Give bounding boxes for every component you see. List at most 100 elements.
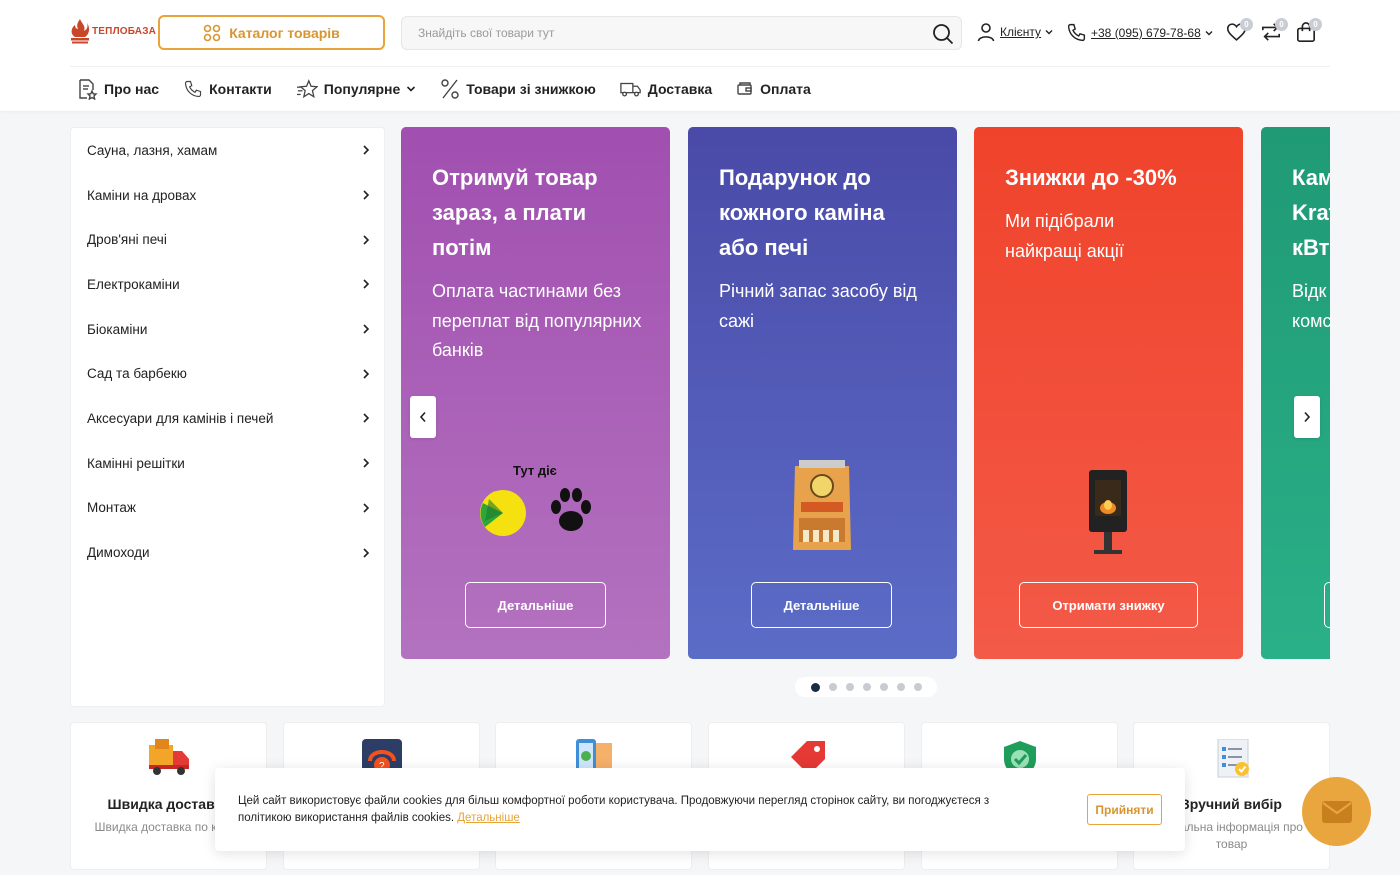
chevron-right-icon [363, 547, 370, 558]
wishlist-button[interactable]: 0 [1226, 18, 1253, 47]
phone-number: +38 (095) 679-78-68 [1091, 25, 1201, 40]
wallet-icon [737, 82, 752, 95]
grid-icon [203, 24, 221, 41]
search-icon[interactable] [931, 22, 955, 51]
slide-text: Оплата частинами без переплат від популя… [432, 281, 642, 360]
chevron-down-icon [407, 86, 416, 92]
promo-slide-gift[interactable]: Подарунок до кожного каміна або печі Річ… [688, 127, 957, 659]
flame-logo-icon [71, 19, 90, 44]
promo-slider: Отримуй товар зараз, а плати потім Оплат… [401, 127, 1330, 659]
cookie-banner: Цей сайт використовує файли cookies для … [215, 768, 1185, 851]
sidebar-category-item[interactable]: Аксесуари для камінів і печей [71, 396, 384, 441]
sidebar-category-label: Аксесуари для камінів і печей [87, 410, 274, 426]
category-sidebar: Сауна, лазня, хамам Каміни на дровах Дров'… [70, 127, 385, 707]
sidebar-category-item[interactable]: Електрокаміни [71, 262, 384, 307]
search-input[interactable] [402, 17, 902, 49]
slider-next-button[interactable] [1294, 396, 1320, 438]
contact-fab-button[interactable] [1302, 777, 1371, 846]
mail-icon [1321, 800, 1352, 823]
nav-item-popular[interactable]: Популярне [296, 79, 417, 99]
catalog-label: Каталог товарів [229, 24, 340, 41]
cart-count: 0 [1309, 18, 1322, 31]
cookie-text: Цей сайт використовує файли cookies для … [238, 795, 990, 824]
chevron-left-icon [419, 411, 426, 423]
slider-dot[interactable] [896, 683, 905, 691]
site-logo[interactable]: ТЕПЛОБАЗА [70, 18, 156, 44]
cookie-more-link[interactable]: Детальніше [457, 812, 520, 824]
catalog-button[interactable]: Каталог товарів [158, 15, 385, 50]
slider-dot[interactable] [845, 683, 854, 691]
promo-slide-discounts[interactable]: Знижки до -30% Ми підібрали найкращі акц… [974, 127, 1243, 659]
sidebar-category-item[interactable]: Дров'яні печі [71, 217, 384, 262]
slide-text: Ми підібрали найкращі акції [1005, 211, 1124, 261]
get-discount-button[interactable]: Отримати знижку [1019, 582, 1198, 628]
sidebar-category-label: Сауна, лазня, хамам [87, 142, 218, 158]
nav-item-discounts[interactable]: Товари зі знижкою [440, 78, 596, 100]
account-link[interactable]: Клієнту [976, 22, 1053, 42]
site-header: ТЕПЛОБАЗА Каталог товарів Клієнту +38 (0… [0, 0, 1400, 111]
chevron-down-icon [1045, 30, 1053, 35]
cart-button[interactable]: 0 [1296, 18, 1322, 48]
image-label: Тут діє [513, 463, 557, 478]
slider-prev-button[interactable] [410, 396, 436, 438]
sidebar-category-label: Дров'яні печі [87, 232, 167, 248]
sidebar-category-item[interactable]: Каміни на дровах [71, 173, 384, 218]
sidebar-category-label: Камінні решітки [87, 455, 185, 471]
nav-item-about[interactable]: Про нас [76, 78, 159, 100]
sidebar-category-item[interactable]: Біокаміни [71, 307, 384, 352]
installment-partners-image: Тут діє [475, 463, 600, 558]
sidebar-category-item[interactable]: Сауна, лазня, хамам [71, 128, 384, 173]
sidebar-category-label: Біокаміни [87, 321, 148, 337]
sidebar-category-label: Димоходи [87, 545, 150, 561]
promo-slide-partial[interactable]: Кам Krat кВт Відк комс [1261, 127, 1330, 659]
compare-button[interactable]: 0 [1260, 18, 1288, 47]
sidebar-category-item[interactable]: Камінні решітки [71, 441, 384, 486]
chevron-right-icon [363, 413, 370, 424]
header-divider [70, 66, 1330, 67]
nav-item-payment[interactable]: Оплата [736, 81, 811, 97]
compare-count: 0 [1275, 18, 1288, 31]
slide-details-button[interactable]: Детальніше [751, 582, 892, 628]
slide-text: Річний запас засобу від сажі [719, 281, 917, 331]
chevron-down-icon [1205, 30, 1213, 35]
slide-title: Отримуй товар зараз, а плати потім [432, 165, 598, 260]
promo-slide-installments[interactable]: Отримуй товар зараз, а плати потім Оплат… [401, 127, 670, 659]
account-label: Клієнту [1000, 25, 1042, 39]
percent-icon [441, 79, 459, 99]
nav-item-delivery[interactable]: Доставка [620, 80, 712, 98]
chevron-right-icon [363, 190, 370, 200]
sidebar-category-item[interactable]: Монтаж [71, 486, 384, 531]
cookie-accept-button[interactable]: Прийняти [1087, 794, 1162, 825]
sidebar-category-label: Монтаж [87, 500, 136, 516]
nav-label: Про нас [104, 81, 160, 97]
phone-icon [1067, 23, 1086, 42]
chevron-right-icon [1304, 411, 1311, 423]
nav-label: Популярне [323, 81, 401, 97]
slider-dot[interactable] [862, 683, 871, 691]
slider-dot[interactable] [810, 682, 820, 692]
slider-dot[interactable] [828, 683, 837, 691]
slide-text: Відк комс [1292, 281, 1330, 331]
slider-dot[interactable] [913, 683, 922, 691]
chevron-right-icon [363, 235, 370, 245]
paw-icon [551, 488, 591, 531]
phone-icon [185, 80, 202, 98]
privatbank-pie-icon [480, 490, 526, 536]
user-icon [977, 23, 995, 42]
chevron-right-icon [363, 279, 370, 289]
main-nav: Про нас Контакти Популярне Товари зі зни… [76, 76, 835, 102]
phone-link[interactable]: +38 (095) 679-78-68 [1066, 22, 1213, 43]
sidebar-category-item[interactable]: Димоходи [71, 530, 384, 575]
nav-label: Доставка [647, 81, 713, 97]
soot-remover-package-image [793, 460, 851, 550]
nav-item-contacts[interactable]: Контакти [183, 79, 272, 99]
chevron-right-icon [363, 324, 370, 334]
chevron-right-icon [363, 458, 370, 468]
nav-label: Товари зі знижкою [466, 81, 596, 97]
star-icon [296, 79, 318, 99]
slide-button-partial[interactable] [1324, 582, 1330, 628]
sidebar-category-item[interactable]: Сад та барбекю [71, 351, 384, 396]
slider-dot[interactable] [879, 683, 888, 691]
slide-details-button[interactable]: Детальніше [465, 582, 606, 628]
sidebar-category-label: Сад та барбекю [87, 366, 187, 382]
